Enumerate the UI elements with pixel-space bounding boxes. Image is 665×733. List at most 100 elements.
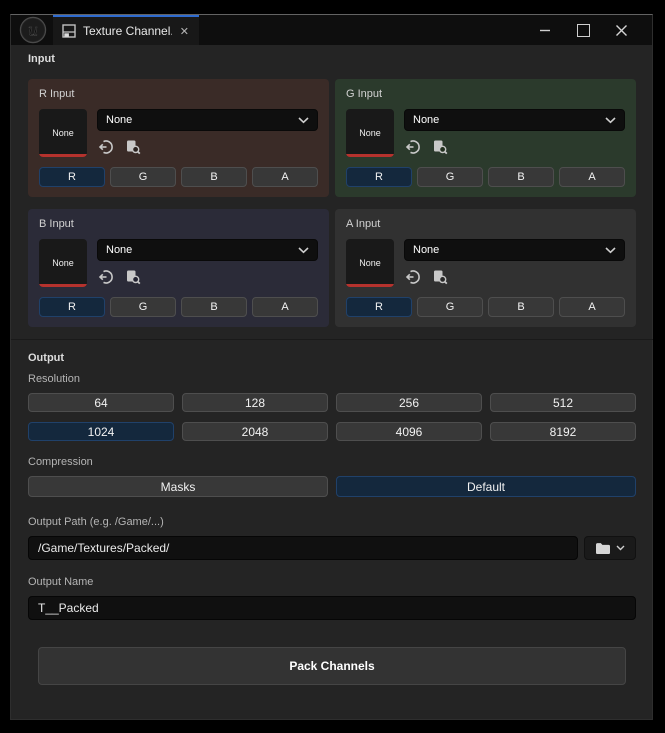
chevron-down-icon: [605, 246, 616, 253]
tab-layout-icon: [62, 24, 76, 38]
b-thumbnail-underline: [39, 284, 87, 287]
close-button[interactable]: [604, 17, 638, 43]
tab-close-icon[interactable]: ✕: [179, 25, 190, 38]
use-selected-asset-icon[interactable]: [97, 268, 115, 286]
output-section-label: Output: [28, 352, 65, 364]
channel-input-grid: R Input None None R G B A G Input None N…: [28, 79, 636, 327]
r-input-label: R Input: [39, 88, 75, 100]
resolution-256-button[interactable]: 256: [336, 393, 482, 412]
svg-text:u: u: [28, 21, 38, 40]
a-channel-r-button[interactable]: R: [346, 297, 412, 317]
maximize-icon: [576, 23, 590, 37]
a-thumbnail-text: None: [359, 258, 381, 268]
r-channel-b-button[interactable]: B: [181, 167, 247, 187]
g-channel-g-button[interactable]: G: [417, 167, 483, 187]
g-channel-b-button[interactable]: B: [488, 167, 554, 187]
output-path-label: Output Path (e.g. /Game/...): [28, 516, 164, 528]
browse-to-asset-icon[interactable]: [124, 268, 142, 286]
g-channel-select-row: R G B A: [346, 167, 625, 187]
b-channel-r-button[interactable]: R: [39, 297, 105, 317]
b-channel-a-button[interactable]: A: [252, 297, 318, 317]
chevron-down-icon: [616, 545, 625, 551]
a-channel-a-button[interactable]: A: [559, 297, 625, 317]
window-controls: [528, 15, 652, 45]
r-asset-dropdown[interactable]: None: [97, 109, 318, 131]
r-channel-g-button[interactable]: G: [110, 167, 176, 187]
b-input-panel: B Input None None R G B A: [28, 209, 329, 327]
use-selected-asset-icon[interactable]: [404, 138, 422, 156]
compression-label: Compression: [28, 456, 93, 468]
g-thumbnail-underline: [346, 154, 394, 157]
a-channel-b-button[interactable]: B: [488, 297, 554, 317]
chevron-down-icon: [298, 116, 309, 123]
resolution-4096-button[interactable]: 4096: [336, 422, 482, 441]
a-input-panel: A Input None None R G B A: [335, 209, 636, 327]
a-asset-thumbnail[interactable]: None: [346, 239, 394, 287]
resolution-64-button[interactable]: 64: [28, 393, 174, 412]
r-channel-r-button[interactable]: R: [39, 167, 105, 187]
r-channel-a-button[interactable]: A: [252, 167, 318, 187]
chevron-down-icon: [605, 116, 616, 123]
g-asset-dropdown[interactable]: None: [404, 109, 625, 131]
g-input-panel: G Input None None R G B A: [335, 79, 636, 197]
g-channel-a-button[interactable]: A: [559, 167, 625, 187]
g-asset-thumbnail[interactable]: None: [346, 109, 394, 157]
g-thumbnail-text: None: [359, 128, 381, 138]
resolution-512-button[interactable]: 512: [490, 393, 636, 412]
b-channel-select-row: R G B A: [39, 297, 318, 317]
a-asset-dropdown[interactable]: None: [404, 239, 625, 261]
a-thumbnail-underline: [346, 284, 394, 287]
output-name-label: Output Name: [28, 576, 94, 588]
maximize-button[interactable]: [566, 17, 600, 43]
g-channel-r-button[interactable]: R: [346, 167, 412, 187]
folder-icon: [596, 542, 610, 554]
b-input-label: B Input: [39, 218, 74, 230]
tab-texture-channel-packer[interactable]: Texture Channel... ✕: [53, 15, 199, 45]
b-channel-g-button[interactable]: G: [110, 297, 176, 317]
resolution-128-button[interactable]: 128: [182, 393, 328, 412]
r-dropdown-value: None: [106, 114, 133, 126]
compression-masks-button[interactable]: Masks: [28, 476, 328, 497]
b-asset-dropdown[interactable]: None: [97, 239, 318, 261]
unreal-logo-icon: u: [19, 16, 47, 44]
use-selected-asset-icon[interactable]: [97, 138, 115, 156]
resolution-grid: 64 128 256 512 1024 2048 4096 8192: [28, 393, 636, 441]
resolution-2048-button[interactable]: 2048: [182, 422, 328, 441]
compression-default-button[interactable]: Default: [336, 476, 636, 497]
a-dropdown-value: None: [413, 244, 440, 256]
browse-to-asset-icon[interactable]: [431, 268, 449, 286]
g-input-label: G Input: [346, 88, 383, 100]
content-area: Input R Input None None R G B A G Input …: [11, 45, 653, 685]
resolution-label: Resolution: [28, 373, 80, 385]
a-channel-g-button[interactable]: G: [417, 297, 483, 317]
use-selected-asset-icon[interactable]: [404, 268, 422, 286]
section-divider: [11, 339, 653, 340]
browse-to-asset-icon[interactable]: [431, 138, 449, 156]
r-asset-thumbnail[interactable]: None: [39, 109, 87, 157]
pack-channels-button[interactable]: Pack Channels: [38, 647, 626, 685]
resolution-8192-button[interactable]: 8192: [490, 422, 636, 441]
titlebar: u Texture Channel... ✕: [11, 15, 652, 45]
output-name-input[interactable]: [28, 596, 636, 620]
r-channel-select-row: R G B A: [39, 167, 318, 187]
tab-title: Texture Channel...: [83, 24, 172, 38]
resolution-1024-button[interactable]: 1024: [28, 422, 174, 441]
a-input-label: A Input: [346, 218, 381, 230]
app-window: u Texture Channel... ✕ Input R Input Non…: [10, 14, 653, 720]
b-thumbnail-text: None: [52, 258, 74, 268]
b-asset-thumbnail[interactable]: None: [39, 239, 87, 287]
compression-grid: Masks Default: [28, 476, 636, 497]
browse-to-asset-icon[interactable]: [124, 138, 142, 156]
output-path-input[interactable]: [28, 536, 578, 560]
minimize-button[interactable]: [528, 17, 562, 43]
b-channel-b-button[interactable]: B: [181, 297, 247, 317]
r-thumbnail-underline: [39, 154, 87, 157]
a-channel-select-row: R G B A: [346, 297, 625, 317]
r-input-panel: R Input None None R G B A: [28, 79, 329, 197]
chevron-down-icon: [298, 246, 309, 253]
g-dropdown-value: None: [413, 114, 440, 126]
browse-path-button[interactable]: [584, 536, 636, 560]
b-dropdown-value: None: [106, 244, 133, 256]
r-thumbnail-text: None: [52, 128, 74, 138]
input-section-label: Input: [28, 53, 55, 65]
